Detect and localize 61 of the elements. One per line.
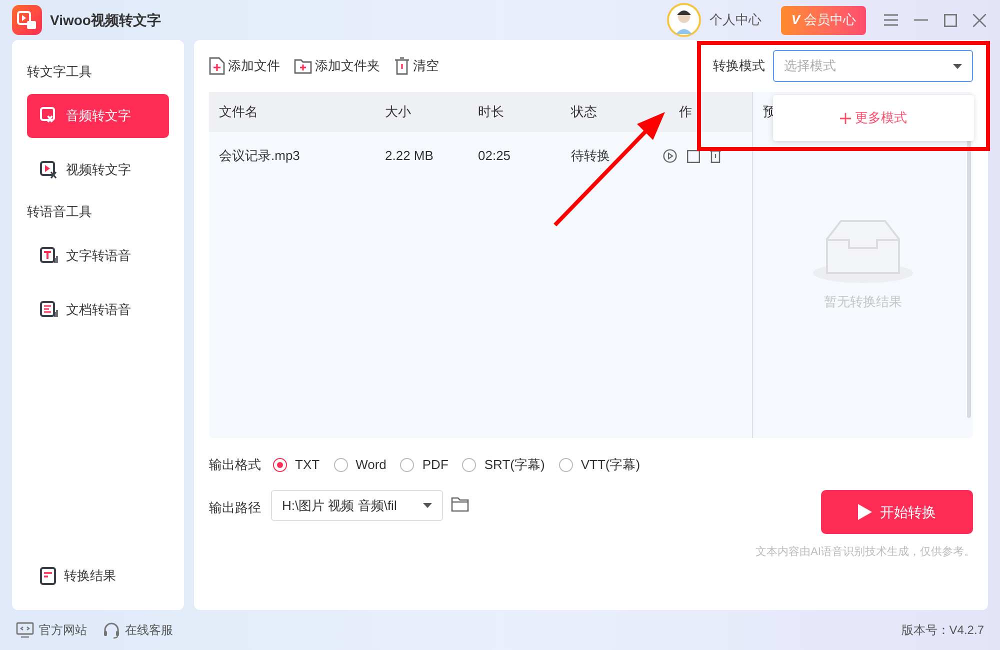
format-radio[interactable]: VTT(字幕): [558, 455, 640, 475]
format-radio[interactable]: SRT(字幕): [462, 455, 545, 475]
headset-icon: [103, 622, 120, 638]
table-cell-text: 02:25: [478, 147, 512, 166]
caret-icon: [953, 64, 962, 68]
sidebar-item[interactable]: 音频转文字: [27, 94, 169, 138]
play-icon[interactable]: [663, 149, 677, 163]
start-button[interactable]: 开始转换: [821, 490, 973, 534]
toolbar-button[interactable]: 添加文件: [209, 56, 280, 76]
footer-link[interactable]: 在线客服: [103, 621, 173, 639]
folder-icon[interactable]: [687, 150, 700, 162]
video-icon: [40, 161, 58, 179]
empty-message: 暂无转换结果: [824, 292, 902, 311]
speech-bubble-icon: [40, 107, 58, 125]
footer-link[interactable]: 官方网站: [16, 621, 87, 639]
sidebar-item[interactable]: 视频转文字: [27, 148, 169, 192]
empty-tray-icon: [813, 218, 913, 284]
document-icon: [40, 567, 56, 585]
maximize-icon[interactable]: [944, 14, 957, 26]
section-title: 转语音工具: [27, 203, 93, 221]
document-speech-icon: [40, 301, 58, 319]
add-folder-icon: [294, 58, 312, 74]
section-title: 转文字工具: [27, 63, 93, 81]
path-label: 输出路径: [209, 499, 261, 517]
column-header: 大小: [385, 103, 412, 122]
toolbar-button[interactable]: 添加文件夹: [294, 56, 380, 76]
user-center-link[interactable]: 个人中心: [709, 10, 762, 30]
toolbar-button[interactable]: 清空: [394, 56, 439, 76]
add-file-icon: [209, 57, 225, 75]
version-text: 版本号：V4.2.7: [901, 622, 984, 639]
format-radio[interactable]: PDF: [400, 455, 448, 475]
text-speech-icon: [40, 247, 58, 265]
disclaimer-text: 文本内容由AI语音识别技术生成，仅供参考。: [756, 544, 975, 560]
format-radio[interactable]: TXT: [273, 455, 320, 475]
trash-icon[interactable]: [710, 149, 721, 163]
path-select[interactable]: H:\图片 视频 音频\fil: [271, 490, 443, 521]
sidebar-item[interactable]: 文档转语音: [27, 288, 169, 332]
table-cell-text: 2.22 MB: [385, 147, 434, 166]
close-icon[interactable]: [973, 14, 986, 26]
table-cell-text: 会议记录.mp3: [219, 147, 301, 166]
monitor-icon: [16, 622, 34, 638]
format-label: 输出格式: [209, 456, 261, 474]
column-header: 状态: [571, 103, 598, 122]
results-item[interactable]: 转换结果: [27, 564, 169, 588]
app-title: Viwoo视频转文字: [50, 10, 161, 30]
avatar-icon[interactable]: [667, 3, 702, 37]
caret-icon: [423, 503, 432, 508]
column-header: 时长: [478, 103, 505, 122]
menu-icon[interactable]: [884, 14, 898, 26]
column-header: 文件名: [219, 103, 259, 122]
format-radio[interactable]: Word: [334, 455, 386, 475]
column-header: 作: [678, 103, 693, 122]
app-logo: [12, 5, 42, 35]
trash-icon: [394, 57, 410, 75]
play-icon: [858, 504, 872, 520]
folder-icon[interactable]: [451, 497, 469, 512]
table-cell-text: 待转换: [571, 147, 611, 166]
mode-label: 转换模式: [713, 57, 765, 76]
sidebar-item[interactable]: 文字转语音: [27, 234, 169, 278]
minimize-icon[interactable]: [914, 19, 928, 21]
plus-icon: [840, 112, 851, 124]
